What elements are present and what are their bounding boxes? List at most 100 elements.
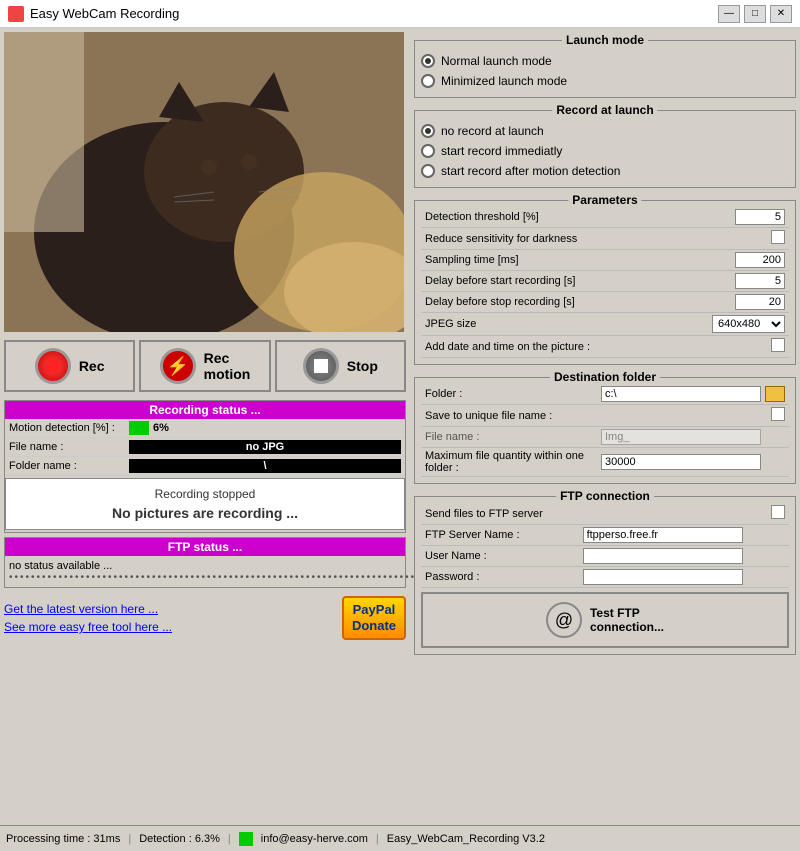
param-select-jpeg[interactable]: 640x480 320x240 1280x720 xyxy=(712,315,785,333)
record-at-launch-none-radio[interactable] xyxy=(421,124,435,138)
launch-mode-group: Launch mode Normal launch mode Minimized… xyxy=(414,40,796,98)
dest-label-folder: Folder : xyxy=(421,384,597,405)
launch-mode-title: Launch mode xyxy=(562,33,648,47)
rec-label: Rec xyxy=(79,358,105,374)
app-title: Easy WebCam Recording xyxy=(30,6,179,21)
ftp-input-pass[interactable] xyxy=(583,569,743,585)
rec-motion-button[interactable]: ⚡ Rec motion xyxy=(139,340,270,392)
record-at-launch-motion-label: start record after motion detection xyxy=(441,164,620,178)
more-tools-link[interactable]: See more easy free tool here ... xyxy=(4,620,338,634)
app-icon xyxy=(8,6,24,22)
dest-row-folder: Folder : xyxy=(421,384,789,405)
param-label-jpeg: JPEG size xyxy=(421,313,672,336)
param-input-threshold[interactable] xyxy=(735,209,785,225)
recording-stopped-title: Recording stopped xyxy=(14,487,396,501)
version-info: Easy_WebCam_Recording V3.2 xyxy=(387,833,545,845)
param-checkbox-datetime[interactable] xyxy=(771,338,785,352)
filename-label: File name : xyxy=(9,441,129,453)
dest-checkbox-unique[interactable] xyxy=(771,407,785,421)
dest-input-folder[interactable] xyxy=(601,386,761,402)
status-sep-3: | xyxy=(376,833,379,845)
launch-mode-minimized-row[interactable]: Minimized launch mode xyxy=(421,71,789,91)
ftp-input-user[interactable] xyxy=(583,548,743,564)
record-at-launch-immediate-radio[interactable] xyxy=(421,144,435,158)
param-input-delay-stop[interactable] xyxy=(735,294,785,310)
ftp-status-dots: ••••••••••••••••••••••••••••••••••••••••… xyxy=(9,572,401,583)
param-input-delay-start[interactable] xyxy=(735,273,785,289)
close-button[interactable]: ✕ xyxy=(770,5,792,23)
folder-browse-icon[interactable] xyxy=(765,386,785,402)
ftp-row-send: Send files to FTP server xyxy=(421,503,789,525)
record-at-launch-immediate-row[interactable]: start record immediatly xyxy=(421,141,789,161)
stop-label: Stop xyxy=(347,358,378,374)
param-label-sampling: Sampling time [ms] xyxy=(421,250,672,271)
processing-time: Processing time : 31ms xyxy=(6,833,120,845)
folder-value: \ xyxy=(129,459,401,473)
dest-label-max: Maximum file quantity within one folder … xyxy=(421,448,597,477)
motion-value: 6% xyxy=(153,422,169,434)
status-bar: Processing time : 31ms | Detection : 6.3… xyxy=(0,825,800,851)
status-green-indicator xyxy=(239,832,253,846)
motion-icon: ⚡ xyxy=(166,356,188,377)
param-row-datetime: Add date and time on the picture : xyxy=(421,336,789,358)
parameters-group: Parameters Detection threshold [%] Reduc… xyxy=(414,200,796,365)
maximize-button[interactable]: □ xyxy=(744,5,766,23)
launch-mode-minimized-radio[interactable] xyxy=(421,74,435,88)
recording-stopped-sub: No pictures are recording ... xyxy=(14,505,396,521)
record-at-launch-title: Record at launch xyxy=(552,103,657,117)
status-email: info@easy-herve.com xyxy=(261,833,368,845)
launch-mode-normal-label: Normal launch mode xyxy=(441,54,552,68)
dest-input-filename[interactable] xyxy=(601,429,761,445)
ftp-row-server: FTP Server Name : xyxy=(421,525,789,546)
param-label-delay-stop: Delay before stop recording [s] xyxy=(421,292,672,313)
param-row-darkness: Reduce sensitivity for darkness xyxy=(421,228,789,250)
dest-row-filename: File name : xyxy=(421,427,789,448)
ftp-row-user: User Name : xyxy=(421,546,789,567)
ftp-connection-group: FTP connection Send files to FTP server … xyxy=(414,496,796,655)
ftp-label-server: FTP Server Name : xyxy=(421,525,579,546)
param-input-sampling[interactable] xyxy=(735,252,785,268)
record-at-launch-none-row[interactable]: no record at launch xyxy=(421,121,789,141)
recording-status-header: Recording status ... xyxy=(5,401,405,419)
param-row-jpeg: JPEG size 640x480 320x240 1280x720 xyxy=(421,313,789,336)
ftp-input-server[interactable] xyxy=(583,527,743,543)
record-at-launch-none-label: no record at launch xyxy=(441,124,544,138)
param-label-threshold: Detection threshold [%] xyxy=(421,207,672,228)
filename-value: no JPG xyxy=(129,440,401,454)
ftp-label-send: Send files to FTP server xyxy=(421,503,579,525)
status-sep-2: | xyxy=(228,833,231,845)
launch-mode-minimized-label: Minimized launch mode xyxy=(441,74,567,88)
record-at-launch-motion-radio[interactable] xyxy=(421,164,435,178)
param-label-delay-start: Delay before start recording [s] xyxy=(421,271,672,292)
ftp-status-header: FTP status ... xyxy=(5,538,405,556)
param-checkbox-darkness[interactable] xyxy=(771,230,785,244)
status-sep-1: | xyxy=(128,833,131,845)
destination-folder-group: Destination folder Folder : Save to u xyxy=(414,377,796,484)
launch-mode-normal-row[interactable]: Normal launch mode xyxy=(421,51,789,71)
test-ftp-label: Test FTP connection... xyxy=(590,606,664,634)
dest-input-max[interactable] xyxy=(601,454,761,470)
param-row-delay-stop: Delay before stop recording [s] xyxy=(421,292,789,313)
param-row-sampling: Sampling time [ms] xyxy=(421,250,789,271)
latest-version-link[interactable]: Get the latest version here ... xyxy=(4,602,338,616)
test-ftp-button[interactable]: @ Test FTP connection... xyxy=(421,592,789,648)
motion-bar xyxy=(129,421,149,435)
ftp-checkbox-send[interactable] xyxy=(771,505,785,519)
ftp-test-icon: @ xyxy=(546,602,582,638)
ftp-status-value: no status available ... xyxy=(9,560,401,572)
param-label-datetime: Add date and time on the picture : xyxy=(421,336,672,358)
rec-button[interactable]: Rec xyxy=(4,340,135,392)
launch-mode-normal-radio[interactable] xyxy=(421,54,435,68)
dest-label-filename: File name : xyxy=(421,427,597,448)
ftp-label-user: User Name : xyxy=(421,546,579,567)
paypal-button[interactable]: PayPal Donate xyxy=(342,596,406,640)
stop-button[interactable]: Stop xyxy=(275,340,406,392)
destination-folder-title: Destination folder xyxy=(550,370,660,384)
param-row-delay-start: Delay before start recording [s] xyxy=(421,271,789,292)
ftp-status-section: FTP status ... no status available ... •… xyxy=(4,537,406,588)
parameters-title: Parameters xyxy=(568,193,641,207)
minimize-button[interactable]: — xyxy=(718,5,740,23)
folder-label: Folder name : xyxy=(9,460,129,472)
motion-detection-label: Motion detection [%] : xyxy=(9,422,129,434)
record-at-launch-motion-row[interactable]: start record after motion detection xyxy=(421,161,789,181)
